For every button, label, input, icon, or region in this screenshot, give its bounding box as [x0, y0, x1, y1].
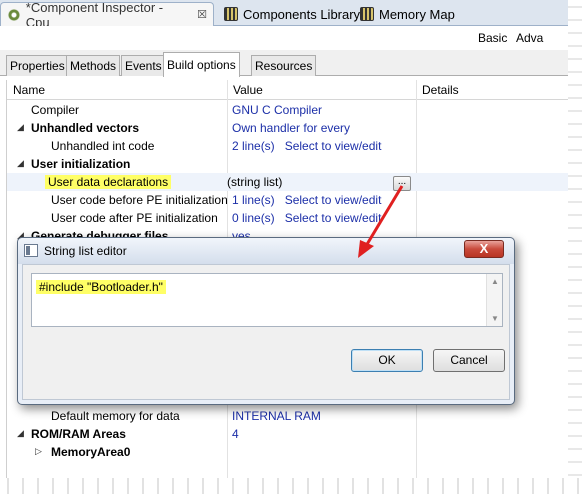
value-text: 0 line(s) — [232, 211, 275, 225]
table-row[interactable]: User code before PE initialization 1 lin… — [7, 191, 568, 209]
tab-methods[interactable]: Methods — [66, 55, 121, 76]
highlighted-name: User data declarations — [45, 175, 172, 189]
row-name: User code before PE initialization — [51, 193, 228, 207]
tab-label: Components Library — [243, 6, 361, 22]
editor-tab-bar: *Component Inspector - Cpu ☒ Components … — [0, 0, 568, 30]
row-name: Compiler — [31, 103, 80, 117]
row-value: Own handler for every — [232, 121, 351, 135]
row-name: ROM/RAM Areas — [31, 427, 126, 441]
tab-component-inspector[interactable]: *Component Inspector - Cpu ☒ — [0, 0, 214, 30]
tab-build-options[interactable]: Build options — [163, 52, 240, 77]
string-list-textarea[interactable]: #include "Bootloader.h" ▲ ▼ — [31, 273, 503, 327]
table-row[interactable]: User code after PE initialization 0 line… — [7, 209, 568, 227]
scroll-down-icon[interactable]: ▼ — [491, 314, 499, 323]
tab-memory-map[interactable]: Memory Map — [354, 2, 461, 26]
table-row[interactable]: Default memory for data INTERNAL RAM — [7, 407, 568, 425]
collapse-icon[interactable]: ◢ — [17, 428, 24, 439]
select-link[interactable]: Select to view/edit — [285, 193, 382, 207]
table-row[interactable]: ◢ User initialization — [7, 155, 568, 173]
column-value[interactable]: Value — [233, 83, 263, 97]
table-row[interactable]: ◢ ROM/RAM Areas 4 — [7, 425, 568, 443]
row-name: Default memory for data — [51, 409, 180, 423]
torn-edge-right — [568, 0, 582, 494]
basic-mode-button[interactable]: Basic — [478, 31, 507, 45]
advanced-mode-button[interactable]: Adva — [516, 31, 543, 45]
gear-icon — [7, 7, 21, 22]
expand-icon[interactable]: ▷ — [35, 446, 42, 457]
value-text: 1 line(s) — [232, 193, 275, 207]
tab-properties[interactable]: Properties — [6, 55, 69, 76]
row-name: User data declarations — [45, 175, 172, 189]
collapse-icon[interactable]: ◢ — [17, 158, 24, 169]
ok-button[interactable]: OK — [351, 349, 423, 372]
torn-edge-bottom — [0, 478, 582, 494]
edit-ellipsis-button[interactable]: ... — [393, 176, 411, 191]
table-header: Name Value Details — [7, 80, 568, 100]
tab-resources[interactable]: Resources — [251, 55, 317, 76]
value-text: 2 line(s) — [232, 139, 275, 153]
table-row[interactable]: Unhandled int code 2 line(s) Select to vi… — [7, 137, 568, 155]
collapse-icon[interactable]: ◢ — [17, 122, 24, 133]
dialog-body: #include "Bootloader.h" ▲ ▼ OK Cancel — [22, 264, 510, 400]
mode-bar: Basic Adva — [0, 26, 568, 50]
tab-label: Memory Map — [379, 6, 455, 22]
dialog-title: String list editor — [44, 244, 127, 258]
row-name: MemoryArea0 — [51, 445, 131, 459]
textarea-content: #include "Bootloader.h" — [36, 280, 166, 294]
row-value: INTERNAL RAM — [232, 409, 321, 423]
row-value: 4 — [232, 427, 239, 441]
tab-components-library[interactable]: Components Library — [218, 2, 366, 26]
textarea-scrollbar[interactable]: ▲ ▼ — [486, 274, 502, 326]
chip-icon — [360, 7, 374, 21]
tab-events[interactable]: Events — [121, 55, 166, 76]
select-link[interactable]: Select to view/edit — [285, 211, 382, 225]
column-name[interactable]: Name — [13, 83, 45, 97]
row-value: 1 line(s) Select to view/edit — [232, 193, 381, 207]
row-name: User code after PE initialization — [51, 211, 218, 225]
table-row[interactable]: ◢ Unhandled vectors Own handler for ever… — [7, 119, 568, 137]
row-value: (string list) — [227, 175, 283, 189]
row-name: Unhandled int code — [51, 139, 155, 153]
cancel-button[interactable]: Cancel — [433, 349, 505, 372]
chip-icon — [224, 7, 238, 21]
table-row[interactable]: ▷ MemoryArea0 — [7, 443, 568, 461]
close-button[interactable]: X — [464, 240, 504, 258]
row-value: GNU C Compiler — [232, 103, 323, 117]
inspector-tabs: Properties Methods Events Build options … — [0, 50, 568, 77]
close-tab-icon[interactable]: ☒ — [197, 8, 207, 21]
window-icon — [24, 244, 38, 257]
table-row-selected[interactable]: User data declarations (string list) — [7, 173, 568, 191]
string-list-editor-dialog: String list editor X #include "Bootloade… — [17, 237, 515, 405]
select-link[interactable]: Select to view/edit — [285, 139, 382, 153]
row-value: 0 line(s) Select to view/edit — [232, 211, 381, 225]
row-name: Unhandled vectors — [31, 121, 140, 135]
dialog-title-bar[interactable]: String list editor X — [18, 238, 514, 264]
table-row[interactable]: Compiler GNU C Compiler — [7, 101, 568, 119]
column-details[interactable]: Details — [422, 83, 459, 97]
row-name: User initialization — [31, 157, 131, 171]
scroll-up-icon[interactable]: ▲ — [491, 277, 499, 286]
row-value: 2 line(s) Select to view/edit — [232, 139, 381, 153]
